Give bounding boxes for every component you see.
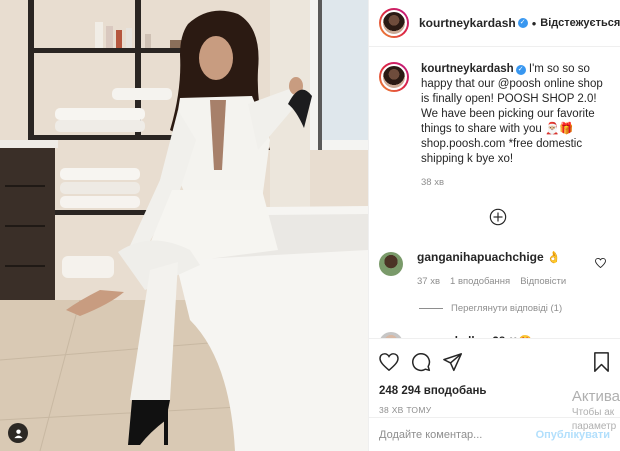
verified-badge-icon: ✓ bbox=[517, 18, 528, 28]
comment-item: ornesaballero28 ❤😍 bbox=[379, 330, 532, 338]
like-button[interactable] bbox=[379, 353, 399, 371]
view-replies-label: Переглянути відповіді (1) bbox=[451, 303, 563, 314]
caption-avatar[interactable] bbox=[379, 62, 409, 92]
post-header: kourtneykardash ✓ • Відстежується bbox=[369, 0, 620, 47]
commenter-avatar[interactable] bbox=[379, 252, 403, 276]
verified-badge-icon: ✓ bbox=[515, 65, 526, 75]
reply-button[interactable]: Відповісти bbox=[520, 276, 566, 287]
post-caption: kourtneykardash ✓ I'm so so so happy that… bbox=[369, 48, 620, 190]
save-button[interactable] bbox=[593, 352, 610, 372]
load-more-comments-icon[interactable] bbox=[489, 208, 507, 226]
likes-count[interactable]: 248 294 вподобань bbox=[379, 385, 610, 397]
comments-scroll-area[interactable]: kourtneykardash ✓ I'm so so so happy that… bbox=[369, 48, 620, 338]
comment-button[interactable] bbox=[411, 352, 431, 372]
post-side-panel: kourtneykardash ✓ • Відстежується kourtn… bbox=[368, 0, 620, 451]
post-photo[interactable] bbox=[0, 0, 368, 451]
caption-username[interactable]: kourtneykardash bbox=[421, 63, 514, 75]
comment-like-heart-icon[interactable] bbox=[595, 258, 606, 268]
author-avatar[interactable] bbox=[379, 8, 409, 38]
view-replies-button[interactable]: Переглянути відповіді (1) bbox=[419, 303, 562, 314]
publish-button[interactable]: Опублікувати bbox=[536, 429, 610, 441]
comment-input[interactable] bbox=[379, 428, 536, 441]
add-comment-bar: Опублікувати bbox=[369, 417, 620, 451]
commenter-username[interactable]: ganganihapuachchige bbox=[417, 250, 544, 264]
share-button[interactable] bbox=[443, 352, 463, 372]
replies-divider-line bbox=[419, 308, 443, 309]
photo-illustration bbox=[0, 0, 368, 451]
heart-icon bbox=[379, 353, 399, 371]
send-icon bbox=[443, 352, 463, 371]
comment-bubble-icon bbox=[412, 353, 431, 372]
author-username[interactable]: kourtneykardash bbox=[419, 16, 516, 30]
following-button[interactable]: Відстежується bbox=[540, 17, 620, 29]
post-actions: 248 294 вподобань 38 ХВ ТОМУ bbox=[369, 338, 620, 415]
caption-text: I'm so so so happy that our @poosh onlin… bbox=[421, 63, 603, 165]
comment-likes-count[interactable]: 1 вподобання bbox=[450, 276, 510, 287]
comment-time[interactable]: 37 хв bbox=[417, 276, 440, 287]
user-tag-button[interactable] bbox=[8, 423, 28, 443]
separator-dot: • bbox=[531, 15, 537, 31]
comment-item: ganganihapuachchige 👌 37 хв 1 вподобання… bbox=[369, 250, 620, 287]
bookmark-icon bbox=[594, 352, 609, 372]
user-tag-icon bbox=[13, 428, 23, 438]
caption-timestamp[interactable]: 38 хв bbox=[421, 175, 610, 190]
comment-text: 👌 bbox=[543, 252, 562, 264]
post-timestamp[interactable]: 38 ХВ ТОМУ bbox=[379, 405, 610, 415]
